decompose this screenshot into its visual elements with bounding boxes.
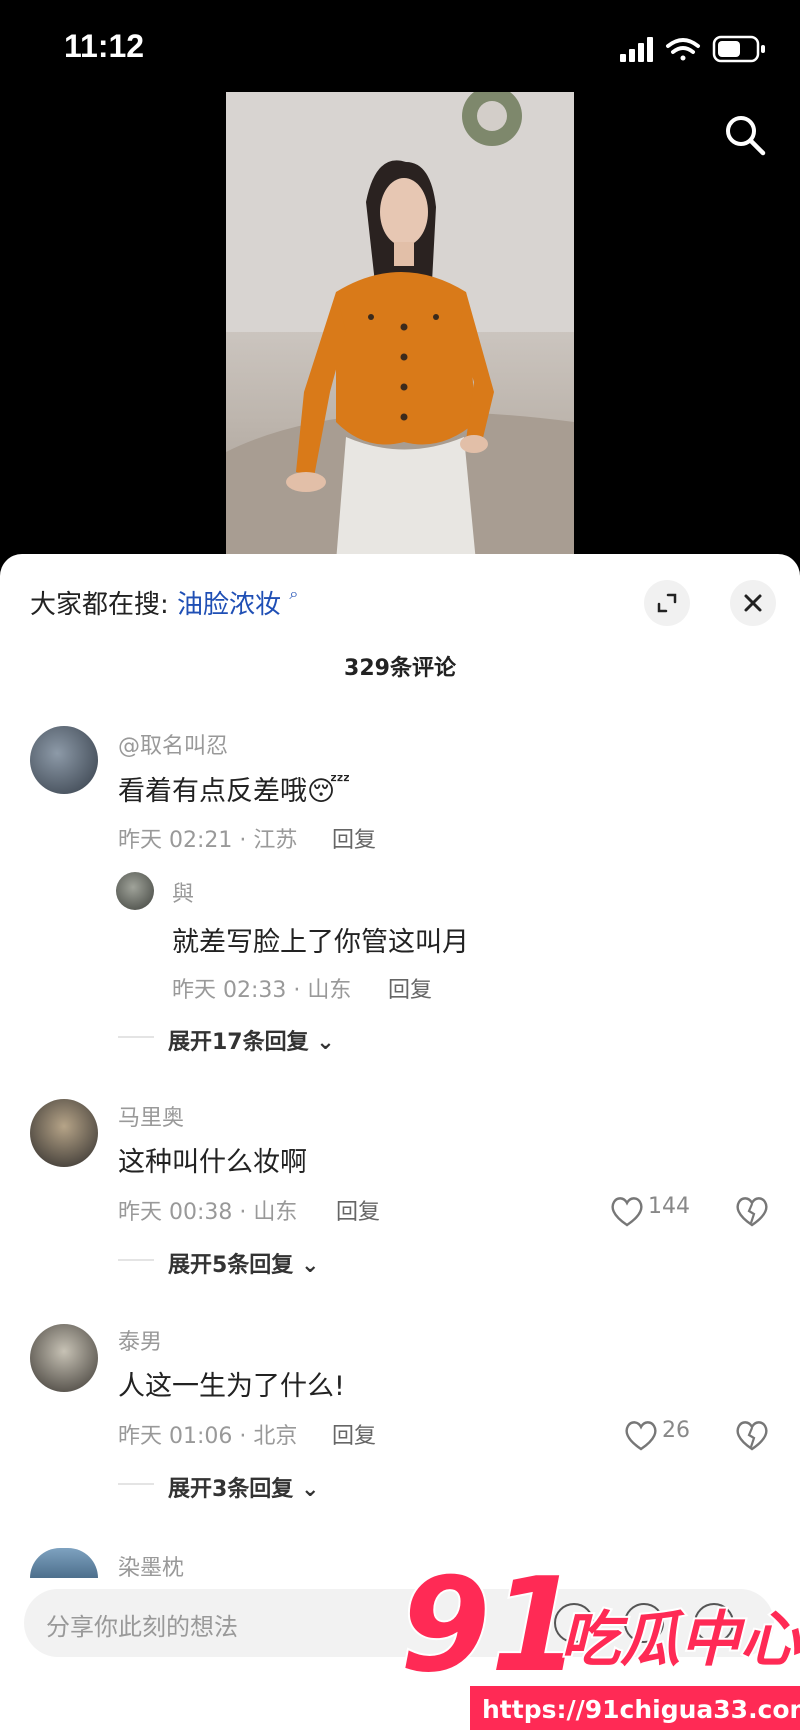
- reply-text: 就差写脸上了你管这叫月: [172, 927, 469, 958]
- heart-icon[interactable]: [610, 1196, 644, 1228]
- like-count: 144: [648, 1194, 690, 1219]
- mini-search-icon: ⌕: [289, 584, 299, 603]
- watermark-url: https://91chigua33.com: [482, 1695, 800, 1724]
- chevron-down-icon: ⌄: [293, 1253, 320, 1278]
- divider: [118, 1259, 154, 1261]
- expand-replies-label: 展开5条回复: [168, 1253, 294, 1278]
- expand-replies-button[interactable]: 展开5条回复 ⌄: [168, 1247, 319, 1279]
- signal-icon: [620, 37, 653, 62]
- video-player[interactable]: [226, 92, 574, 562]
- comment-sheet: 大家都在搜: 油脸浓妆 ⌕ 329条评论 @取名叫忍 看着有点反差哦😴 昨天 0…: [0, 554, 800, 1732]
- expand-replies-button[interactable]: 展开3条回复 ⌄: [168, 1471, 319, 1503]
- comment-username[interactable]: 染墨枕: [118, 1550, 184, 1582]
- comment-username[interactable]: @取名叫忍: [118, 728, 228, 760]
- search-icon[interactable]: [720, 110, 770, 160]
- battery-icon: [712, 35, 765, 63]
- avatar[interactable]: [30, 1548, 98, 1578]
- watermark-number: 91: [400, 1560, 581, 1701]
- reply-button[interactable]: 回复: [336, 1194, 380, 1226]
- avatar[interactable]: [116, 872, 154, 910]
- chevron-down-icon: ⌄: [308, 1030, 335, 1055]
- trending-prefix: 大家都在搜:: [30, 590, 169, 620]
- comment-input-placeholder: 分享你此刻的想法: [46, 1613, 238, 1641]
- avatar[interactable]: [30, 1324, 98, 1392]
- comment-meta: 昨天 01:06 · 北京: [118, 1424, 298, 1449]
- trending-keyword[interactable]: 油脸浓妆: [177, 590, 281, 620]
- comment-text: 看着有点反差哦😴: [118, 769, 350, 808]
- broken-heart-icon[interactable]: [735, 1196, 769, 1228]
- divider: [118, 1483, 154, 1485]
- comment-username[interactable]: 马里奥: [118, 1100, 184, 1132]
- comment-text-body: 看着有点反差哦: [118, 776, 307, 807]
- reply-button[interactable]: 回复: [332, 822, 376, 854]
- comment-meta: 昨天 02:21 · 江苏: [118, 828, 298, 853]
- heart-icon[interactable]: [624, 1420, 658, 1452]
- reply-username[interactable]: 與: [172, 876, 194, 908]
- comment-text: 人这一生为了什么!: [118, 1371, 345, 1402]
- watermark-logo: 91 吃瓜中心 https://91chigua33.com: [400, 1560, 800, 1730]
- expand-sheet-button[interactable]: [644, 580, 690, 626]
- reply-meta: 昨天 02:33 · 山东: [172, 978, 352, 1003]
- close-icon: [744, 594, 762, 612]
- like-count: 26: [662, 1418, 690, 1443]
- expand-replies-button[interactable]: 展开17条回复 ⌄: [168, 1024, 335, 1056]
- video-frame-image: [226, 92, 574, 562]
- expand-replies-label: 展开3条回复: [168, 1477, 294, 1502]
- watermark-name: 吃瓜中心: [560, 1605, 800, 1675]
- expand-icon: [657, 593, 677, 613]
- status-bar: 11:12: [0, 0, 800, 96]
- comment-meta: 昨天 00:38 · 山东: [118, 1200, 298, 1225]
- sleepy-emoji-icon: 😴: [307, 776, 351, 807]
- divider: [118, 1036, 154, 1038]
- comment-count: 329条评论: [344, 656, 456, 681]
- avatar[interactable]: [30, 1099, 98, 1167]
- wifi-icon: [666, 38, 700, 61]
- status-time: 11:12: [64, 28, 145, 64]
- reply-button[interactable]: 回复: [388, 972, 432, 1004]
- expand-replies-label: 展开17条回复: [168, 1030, 309, 1055]
- close-button[interactable]: [730, 580, 776, 626]
- chevron-down-icon: ⌄: [293, 1477, 320, 1502]
- avatar[interactable]: [30, 726, 98, 794]
- broken-heart-icon[interactable]: [735, 1420, 769, 1452]
- comment-text: 这种叫什么妆啊: [118, 1147, 307, 1178]
- trending-search[interactable]: 大家都在搜: 油脸浓妆 ⌕: [30, 584, 298, 621]
- status-icons: [620, 35, 765, 63]
- reply-button[interactable]: 回复: [332, 1418, 376, 1450]
- comment-username[interactable]: 泰男: [118, 1324, 162, 1356]
